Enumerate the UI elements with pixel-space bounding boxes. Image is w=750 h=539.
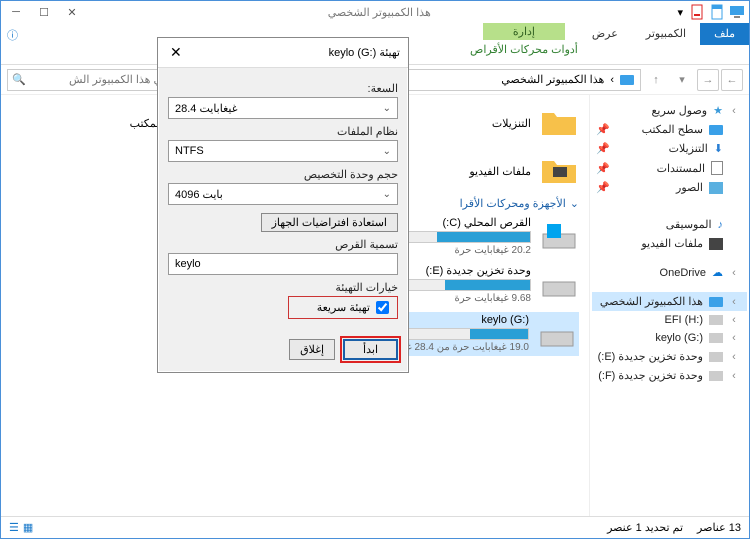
nav-recent[interactable]: ▾	[671, 69, 693, 91]
fs-label: نظام الملفات	[168, 125, 398, 138]
dialog-close-icon[interactable]: ✕	[166, 44, 186, 61]
tab-file[interactable]: ملف	[700, 23, 749, 45]
sidebar-newvol-f[interactable]: ›وحدة تخزين جديدة (F:)	[592, 366, 747, 385]
doc-blue-icon	[709, 4, 725, 20]
volume-label-input[interactable]	[168, 253, 398, 275]
sidebar-thispc[interactable]: ›هذا الكمبيوتر الشخصي	[592, 292, 747, 311]
breadcrumb: هذا الكمبيوتر الشخصي	[501, 73, 604, 86]
search-icon: 🔍	[12, 73, 26, 86]
ribbon-drive-tools[interactable]: إدارة أدوات محركات الأقراص	[470, 23, 578, 64]
overflow-icon[interactable]: ▾	[675, 6, 685, 19]
sidebar-efi[interactable]: ›EFI (H:)	[592, 311, 747, 329]
status-count: 13 عناصر	[697, 521, 741, 534]
nav-back[interactable]: ←	[721, 69, 743, 91]
format-options-label: خيارات التهيئة	[168, 281, 398, 294]
sidebar-newvol-e[interactable]: ›وحدة تخزين جديدة (E:)	[592, 347, 747, 366]
sidebar-keylo[interactable]: ›keylo (G:)	[592, 329, 747, 347]
tab-computer[interactable]: الكمبيوتر	[632, 23, 700, 45]
sidebar-onedrive[interactable]: ›☁OneDrive	[592, 263, 747, 282]
alloc-label: حجم وحدة التخصيص	[168, 168, 398, 181]
sidebar-documents[interactable]: المستندات📌	[592, 158, 747, 178]
quick-format-input[interactable]	[376, 301, 389, 314]
sidebar-downloads[interactable]: ⬇التنزيلات📌	[592, 139, 747, 158]
alloc-select[interactable]: 4096 بايت⌄	[168, 183, 398, 205]
nav-pane: ›★وصول سريع سطح المكتب📌 ⬇التنزيلات📌 المس…	[589, 95, 749, 516]
sidebar-music[interactable]: ♪الموسيقى	[592, 215, 747, 234]
close-button[interactable]: ✕	[61, 3, 83, 21]
pc-icon-small	[620, 75, 634, 85]
quick-format-checkbox[interactable]: تهيئة سريعة	[297, 301, 389, 314]
volume-label-label: تسمية القرص	[168, 238, 398, 251]
view-details-icon[interactable]: ☰	[9, 521, 19, 534]
sidebar-blank[interactable]	[592, 197, 747, 215]
status-selected: تم تحديد 1 عنصر	[607, 521, 683, 534]
statusbar: 13 عناصر تم تحديد 1 عنصر ☰ ▦	[1, 516, 749, 538]
folder-videos[interactable]: ملفات الفيديو	[419, 151, 579, 191]
tab-view[interactable]: عرض	[578, 23, 632, 45]
tools-sub: أدوات محركات الأقراص	[470, 40, 578, 56]
nav-up[interactable]: ↑	[645, 69, 667, 91]
maximize-button[interactable]: ☐	[33, 3, 55, 21]
capacity-select[interactable]: 28.4 غيغابايت⌄	[168, 97, 398, 119]
nav-forward[interactable]: →	[697, 69, 719, 91]
start-button[interactable]: ابدأ	[343, 339, 398, 360]
fs-select[interactable]: NTFS⌄	[168, 140, 398, 162]
capacity-label: السعة:	[168, 82, 398, 95]
quick-access[interactable]: ›★وصول سريع	[592, 101, 747, 120]
folder-downloads[interactable]: التنزيلات	[419, 103, 579, 143]
help-icon[interactable]: ⓘ	[7, 23, 18, 43]
tools-header: إدارة	[483, 23, 565, 40]
doc-red-icon	[689, 4, 705, 20]
window-title: هذا الكمبيوتر الشخصي	[83, 6, 675, 19]
view-tiles-icon[interactable]: ▦	[23, 521, 33, 534]
sidebar-pictures[interactable]: الصور📌	[592, 178, 747, 197]
format-dialog: تهيئة (:keylo (G ✕ السعة: 28.4 غيغابايت⌄…	[157, 37, 409, 373]
sidebar-desktop[interactable]: سطح المكتب📌	[592, 120, 747, 139]
restore-defaults-button[interactable]: استعادة افتراضيات الجهاز	[261, 213, 398, 232]
minimize-button[interactable]: ─	[5, 3, 27, 21]
sidebar-videos[interactable]: ملفات الفيديو	[592, 234, 747, 253]
pc-icon	[729, 4, 745, 20]
close-button-dialog[interactable]: إغلاق	[289, 339, 335, 360]
dialog-title: تهيئة (:keylo (G	[329, 46, 400, 59]
titlebar: ▾ هذا الكمبيوتر الشخصي ─ ☐ ✕	[1, 1, 749, 23]
